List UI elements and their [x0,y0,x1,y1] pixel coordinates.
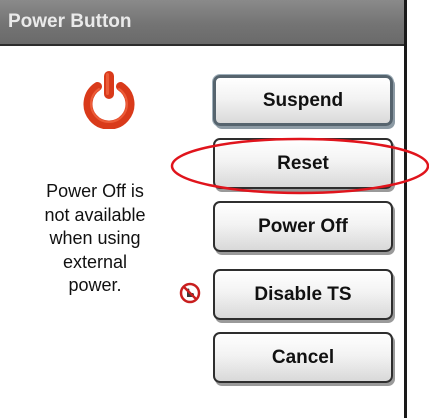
power-off-button[interactable]: Power Off [213,201,393,252]
reset-button[interactable]: Reset [213,138,393,189]
disable-ts-button[interactable]: Disable TS [213,269,393,320]
power-off-unavailable-message: Power Off is not available when using ex… [44,181,146,295]
dialog-title: Power Button [8,11,132,32]
title-bar: Power Button [0,0,404,46]
suspend-button[interactable]: Suspend [213,75,393,126]
no-touch-icon [179,282,201,304]
cancel-button[interactable]: Cancel [213,332,393,383]
power-icon [83,71,135,129]
power-button-dialog: Power Button Power Off is not available … [0,0,407,418]
